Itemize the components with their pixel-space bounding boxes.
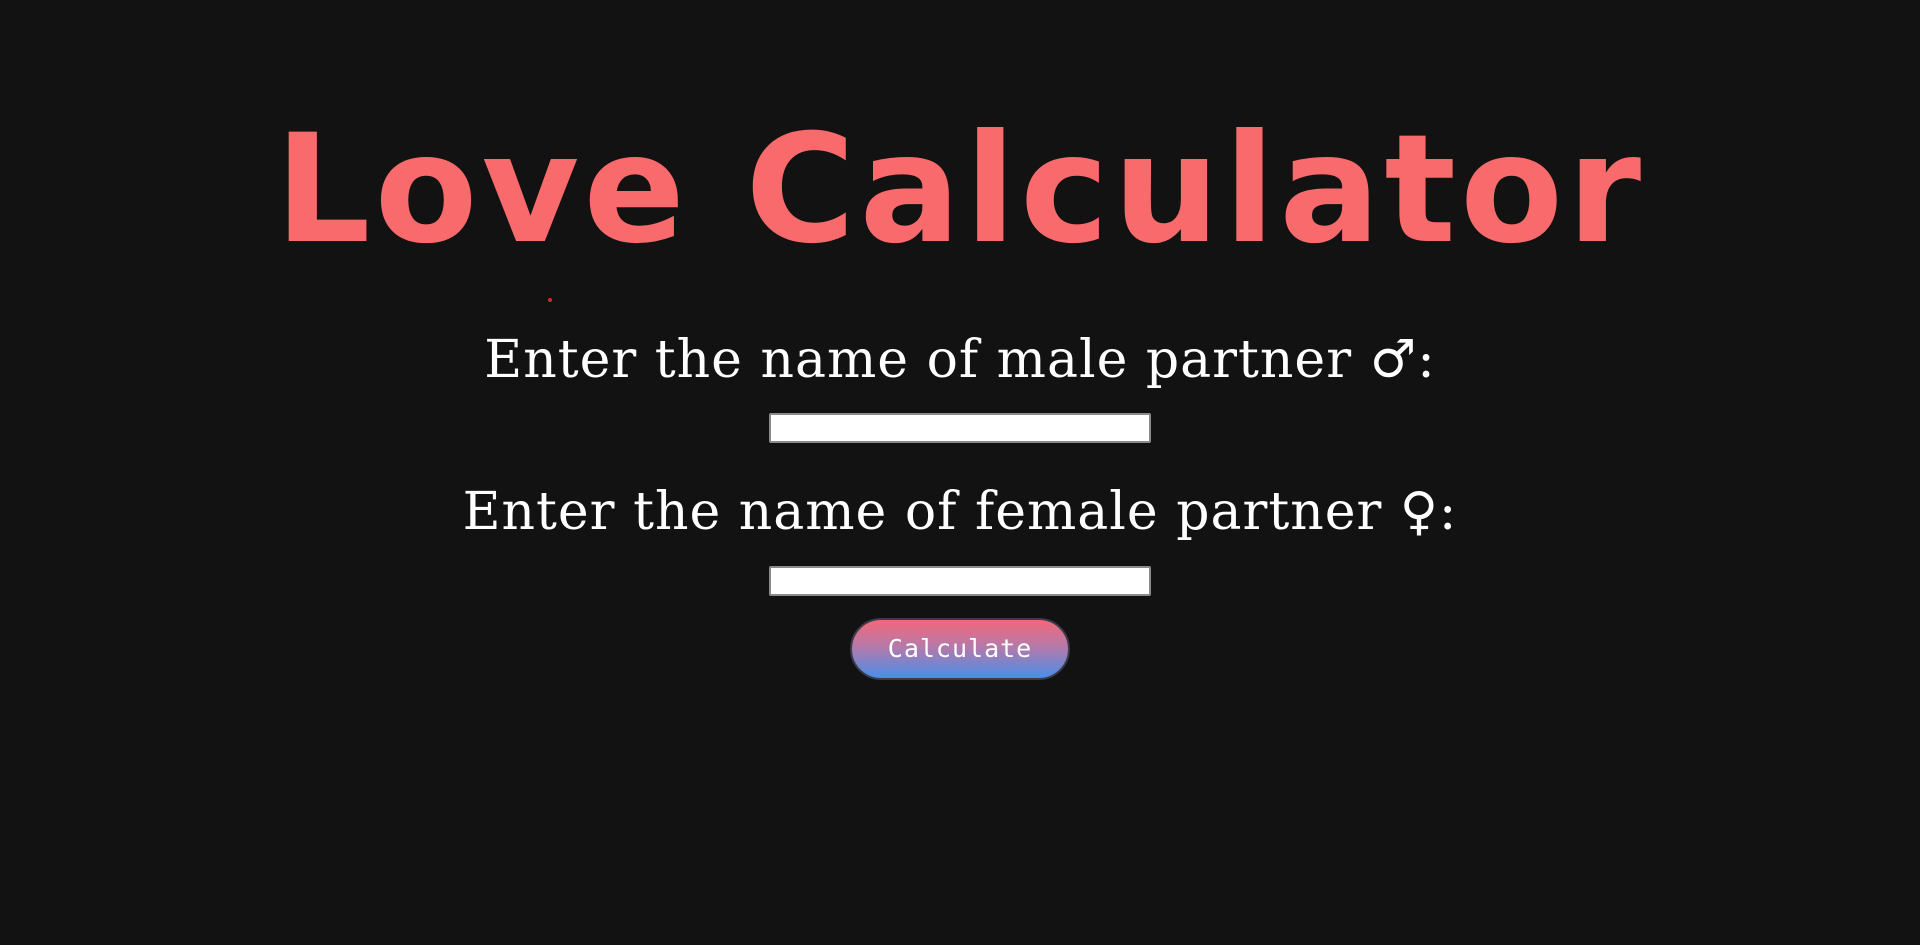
decorative-dot (548, 298, 552, 302)
male-partner-input[interactable] (769, 413, 1151, 443)
male-partner-label: Enter the name of male partner ♂: (484, 330, 1436, 390)
female-partner-input[interactable] (769, 566, 1151, 596)
page-title: Love Calculator (274, 103, 1646, 277)
love-calculator-page: Love Calculator Enter the name of male p… (0, 0, 1920, 945)
female-partner-label: Enter the name of female partner ♀: (462, 482, 1458, 542)
calculate-button[interactable]: Calculate (850, 618, 1070, 680)
